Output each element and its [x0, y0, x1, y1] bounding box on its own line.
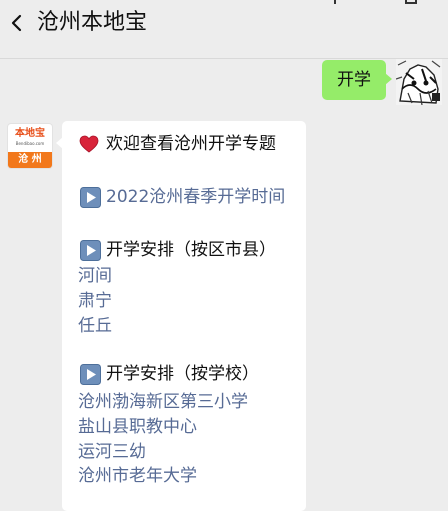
logo-brand-text: 本地宝: [15, 128, 45, 139]
school-link-yanshan-vocational[interactable]: 盐山县职教中心: [78, 415, 197, 439]
red-heart-icon: [79, 135, 99, 153]
more-icon[interactable]: [404, 0, 418, 4]
logo-url-text: Bendibao.com: [15, 141, 45, 146]
school-link-yunhe-kindergarten[interactable]: 运河三幼: [78, 440, 146, 464]
district-link-hejian[interactable]: 河间: [78, 264, 112, 288]
school-link-senior-university[interactable]: 沧州市老年大学: [78, 464, 197, 488]
sent-message-text: 开学: [337, 70, 371, 90]
play-button-icon: [80, 187, 101, 208]
add-icon[interactable]: [328, 0, 342, 4]
school-link-bohai-third-primary[interactable]: 沧州渤海新区第三小学: [78, 390, 248, 414]
chat-title: 沧州本地宝: [37, 10, 148, 35]
district-section-heading: 开学安排（按区市县）: [106, 240, 276, 260]
school-section-heading: 开学安排（按学校）: [106, 364, 259, 384]
play-button-icon: [80, 240, 101, 261]
play-button-icon: [80, 364, 101, 385]
chat-header: 沧州本地宝: [0, 0, 448, 59]
reply-message-bubble: 欢迎查看沧州开学专题 2022沧州春季开学时间 开学安排（按区市县） 河间 肃宁…: [56, 121, 306, 511]
sent-message-bubble[interactable]: 开学: [322, 60, 392, 100]
spring-schedule-link[interactable]: 2022沧州春季开学时间: [106, 185, 285, 209]
chevron-left-icon[interactable]: [6, 12, 28, 34]
user-avatar[interactable]: [396, 59, 442, 105]
district-link-renqiu[interactable]: 任丘: [78, 314, 112, 338]
logo-city-text: 沧 州: [8, 152, 52, 168]
bot-avatar[interactable]: 本地宝 Bendibao.com 沧 州: [8, 124, 52, 168]
district-link-suning[interactable]: 肃宁: [78, 289, 112, 313]
welcome-text: 欢迎查看沧州开学专题: [106, 134, 276, 154]
